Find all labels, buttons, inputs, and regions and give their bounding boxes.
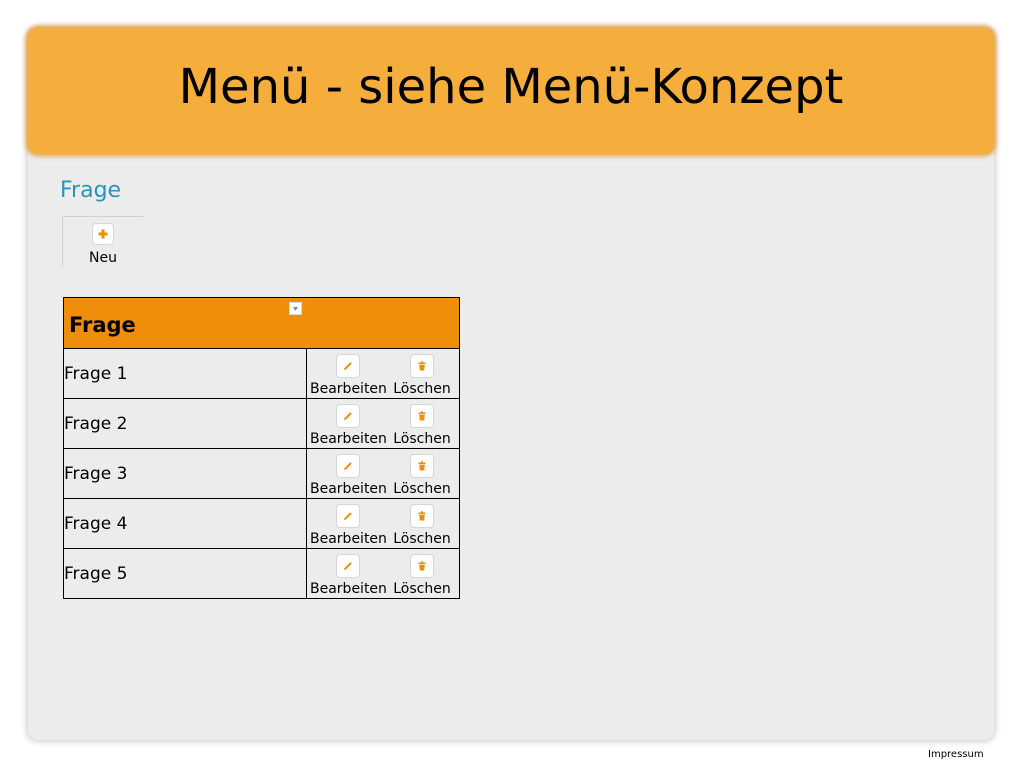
banner-title: Menü - siehe Menü-Konzept: [178, 59, 844, 115]
edit-label: Bearbeiten: [310, 481, 387, 497]
row-actions: Bearbeiten Löschen: [306, 498, 460, 549]
delete-button[interactable]: Löschen: [392, 504, 452, 547]
delete-label: Löschen: [393, 481, 451, 497]
pencil-icon: [336, 354, 360, 378]
menu-banner: Menü - siehe Menü-Konzept: [28, 28, 994, 154]
edit-label: Bearbeiten: [310, 531, 387, 547]
row-actions: Bearbeiten Löschen: [306, 398, 460, 449]
table-row: Frage 3 Bearbeiten Löschen: [63, 448, 460, 499]
edit-label: Bearbeiten: [310, 381, 387, 397]
edit-button[interactable]: Bearbeiten: [310, 504, 387, 547]
edit-button[interactable]: Bearbeiten: [310, 454, 387, 497]
row-actions: Bearbeiten Löschen: [306, 448, 460, 499]
delete-button[interactable]: Löschen: [392, 404, 452, 447]
delete-label: Löschen: [393, 581, 451, 597]
new-button-label[interactable]: Neu: [63, 250, 143, 266]
delete-label: Löschen: [393, 381, 451, 397]
delete-button[interactable]: Löschen: [392, 554, 452, 597]
row-actions: Bearbeiten Löschen: [306, 348, 460, 399]
question-table: Frage Frage 1 Bearbeiten Löschen Frage 2…: [63, 297, 460, 599]
question-name: Frage 3: [63, 448, 307, 499]
new-button[interactable]: [89, 223, 117, 245]
delete-label: Löschen: [393, 531, 451, 547]
delete-button[interactable]: Löschen: [392, 354, 452, 397]
trash-icon: [410, 404, 434, 428]
table-row: Frage 4 Bearbeiten Löschen: [63, 498, 460, 549]
question-name: Frage 1: [63, 348, 307, 399]
table-header: Frage: [63, 297, 460, 349]
row-actions: Bearbeiten Löschen: [306, 548, 460, 599]
table-row: Frage 2 Bearbeiten Löschen: [63, 398, 460, 449]
edit-button[interactable]: Bearbeiten: [310, 554, 387, 597]
trash-icon: [410, 454, 434, 478]
pencil-icon: [336, 504, 360, 528]
sort-dropdown-icon[interactable]: [289, 302, 302, 315]
question-name: Frage 2: [63, 398, 307, 449]
edit-label: Bearbeiten: [310, 431, 387, 447]
table-row: Frage 1 Bearbeiten Löschen: [63, 348, 460, 399]
trash-icon: [410, 354, 434, 378]
question-name: Frage 4: [63, 498, 307, 549]
edit-button[interactable]: Bearbeiten: [310, 404, 387, 447]
question-name: Frage 5: [63, 548, 307, 599]
column-header-frage[interactable]: Frage: [69, 313, 136, 337]
trash-icon: [410, 504, 434, 528]
pencil-icon: [336, 404, 360, 428]
toolbar: Neu: [62, 216, 143, 267]
impressum-link[interactable]: Impressum: [928, 749, 984, 760]
table-row: Frage 5 Bearbeiten Löschen: [63, 548, 460, 599]
page-title: Frage: [60, 178, 122, 203]
edit-button[interactable]: Bearbeiten: [310, 354, 387, 397]
delete-label: Löschen: [393, 431, 451, 447]
plus-icon: [92, 223, 114, 245]
trash-icon: [410, 554, 434, 578]
pencil-icon: [336, 454, 360, 478]
pencil-icon: [336, 554, 360, 578]
delete-button[interactable]: Löschen: [392, 454, 452, 497]
edit-label: Bearbeiten: [310, 581, 387, 597]
